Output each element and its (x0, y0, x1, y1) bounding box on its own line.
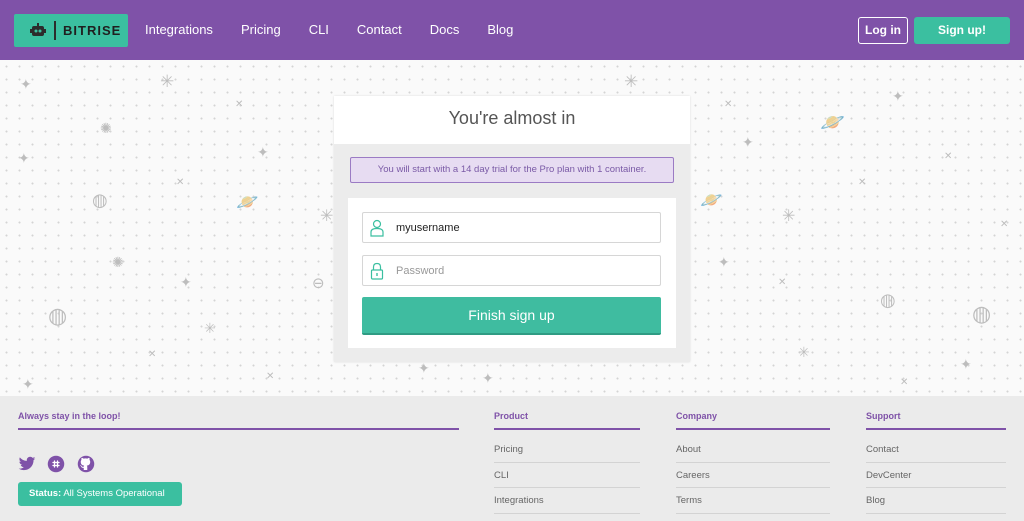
sparkle-icon: ✦ (742, 135, 754, 151)
gear-star-icon: ✺ (112, 255, 124, 271)
status-label: Status: (29, 488, 62, 499)
github-icon[interactable] (77, 455, 95, 473)
planet-ring-icon: 🪐 (236, 192, 259, 213)
footer-link-pricing[interactable]: Pricing (494, 444, 523, 455)
cross-icon: ✕ (778, 277, 787, 288)
footer-link-about[interactable]: About (676, 444, 701, 455)
sparkle-icon: ✦ (22, 377, 34, 393)
sparkle-icon: ✦ (718, 255, 730, 271)
sparkle-icon: ✦ (18, 151, 30, 167)
nav-link-pricing[interactable]: Pricing (241, 22, 281, 37)
sparkle-icon: ✦ (892, 89, 904, 105)
password-input[interactable] (396, 262, 646, 280)
username-input[interactable] (396, 219, 646, 237)
footer-link-careers[interactable]: Careers (676, 470, 710, 481)
card-body: You will start with a 14 day trial for t… (334, 144, 690, 362)
logo-separator (54, 21, 56, 40)
gear-star-icon: ✺ (100, 121, 112, 137)
password-field[interactable] (362, 255, 661, 286)
cross-icon: ✕ (724, 99, 733, 110)
footer-rule (494, 428, 640, 430)
footer-rule (866, 428, 1006, 430)
star-burst-icon: ✳ (624, 72, 639, 92)
sparkle-icon: ✦ (20, 77, 32, 93)
planet-small-icon: ⊖ (312, 274, 325, 292)
footer-divider (866, 487, 1006, 488)
footer-link-devcenter[interactable]: DevCenter (866, 470, 911, 481)
planet-ring-icon: 🪐 (700, 190, 723, 211)
cross-icon: ✕ (235, 99, 244, 110)
footer-divider (494, 462, 640, 463)
planet-ring-icon: 🪐 (820, 110, 845, 134)
footer-link-cli[interactable]: CLI (494, 470, 509, 481)
sparkle-icon: ✦ (257, 145, 269, 161)
footer-rule (18, 428, 459, 430)
system-status-badge[interactable]: Status: All Systems Operational (18, 482, 182, 506)
footer-link-contact[interactable]: Contact (866, 444, 899, 455)
sparkle-icon: ✦ (960, 357, 972, 373)
finish-signup-button[interactable]: Finish sign up (362, 297, 661, 335)
robot-logo-icon (30, 23, 46, 36)
login-button[interactable]: Log in (858, 17, 908, 44)
sparkle-icon: ✦ (418, 361, 430, 377)
cross-icon: ✕ (1000, 219, 1009, 230)
trial-notice: You will start with a 14 day trial for t… (350, 157, 674, 183)
brand-name: BITRISE (63, 23, 122, 38)
twitter-icon[interactable] (18, 455, 36, 473)
cross-icon: ✕ (900, 377, 909, 388)
cross-icon: ✕ (858, 177, 867, 188)
nav-link-integrations[interactable]: Integrations (145, 22, 213, 37)
star-burst-icon: ✳ (160, 72, 175, 92)
planet-icon: ◍ (972, 302, 992, 327)
footer-heading-product: Product (494, 411, 529, 421)
status-value: All Systems Operational (63, 488, 165, 499)
signup-button[interactable]: Sign up! (914, 17, 1010, 44)
footer-link-terms[interactable]: Terms (676, 495, 702, 506)
card-title: You're almost in (448, 108, 576, 128)
footer-divider (676, 487, 830, 488)
footer-divider (494, 513, 640, 514)
star-burst-icon: ✳ (782, 206, 796, 225)
username-field[interactable] (362, 212, 661, 243)
cross-icon: ✕ (176, 177, 185, 188)
footer-rule (676, 428, 830, 430)
star-burst-icon: ✳ (204, 321, 216, 337)
cross-icon: ✕ (148, 349, 157, 360)
star-burst-icon: ✳ (320, 206, 334, 225)
nav-link-cli[interactable]: CLI (309, 22, 329, 37)
planet-icon: ◍ (92, 190, 108, 211)
planet-icon: ◍ (48, 304, 68, 329)
bitrise-logo[interactable]: BITRISE (14, 14, 128, 47)
footer-divider (494, 487, 640, 488)
signup-form: Finish sign up (348, 198, 676, 348)
signup-card: You're almost in You will start with a 1… (334, 96, 690, 362)
nav-link-docs[interactable]: Docs (430, 22, 460, 37)
footer-heading-support: Support (866, 411, 901, 421)
lock-icon (370, 262, 384, 280)
sparkle-icon: ✦ (482, 371, 494, 387)
footer-divider (866, 513, 1006, 514)
footer-loop-heading: Always stay in the loop! (18, 411, 121, 421)
footer-link-integrations[interactable]: Integrations (494, 495, 544, 506)
nav-link-blog[interactable]: Blog (487, 22, 513, 37)
top-navbar: BITRISE Integrations Pricing CLI Contact… (0, 0, 1024, 60)
footer-divider (866, 462, 1006, 463)
footer-divider (676, 513, 830, 514)
cross-icon: ✕ (266, 371, 275, 382)
star-burst-icon: ✳ (798, 345, 810, 361)
footer-link-blog[interactable]: Blog (866, 495, 885, 506)
nav-links: Integrations Pricing CLI Contact Docs Bl… (145, 22, 541, 37)
planet-icon: ◍ (880, 290, 896, 311)
footer-heading-company: Company (676, 411, 718, 421)
footer-divider (676, 462, 830, 463)
sparkle-icon: ✦ (180, 275, 192, 291)
user-icon (370, 219, 384, 237)
cross-icon: ✕ (944, 151, 953, 162)
nav-link-contact[interactable]: Contact (357, 22, 402, 37)
slack-icon[interactable] (47, 455, 65, 473)
